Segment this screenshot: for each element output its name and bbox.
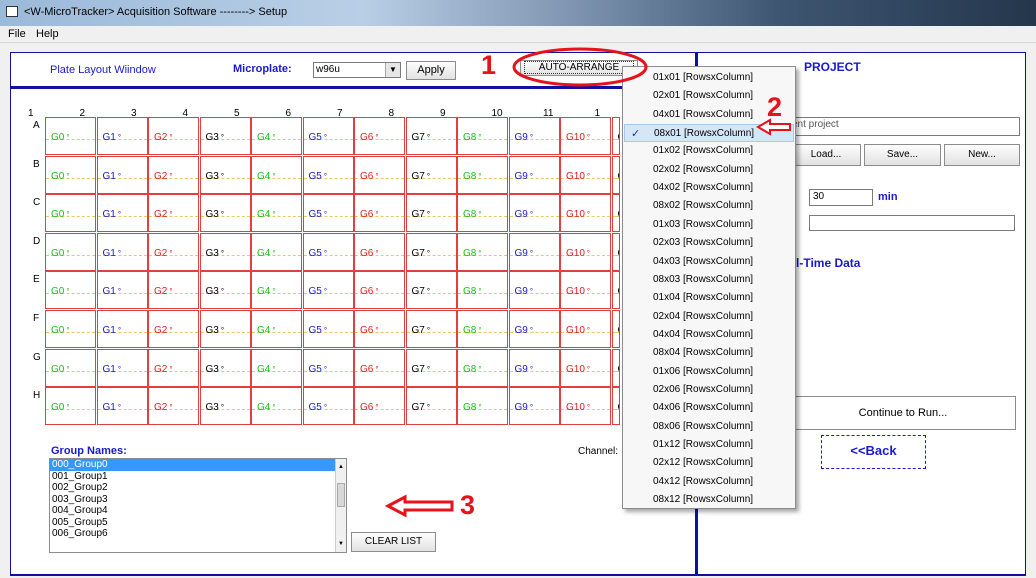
annotation-number-3: 3	[460, 490, 476, 520]
arrow-icon	[384, 494, 454, 518]
annotation-overlay	[384, 47, 791, 518]
highlight-ellipse	[512, 47, 648, 87]
annotation-number-1: 1	[481, 50, 497, 80]
annotation-number-2: 2	[767, 92, 783, 122]
